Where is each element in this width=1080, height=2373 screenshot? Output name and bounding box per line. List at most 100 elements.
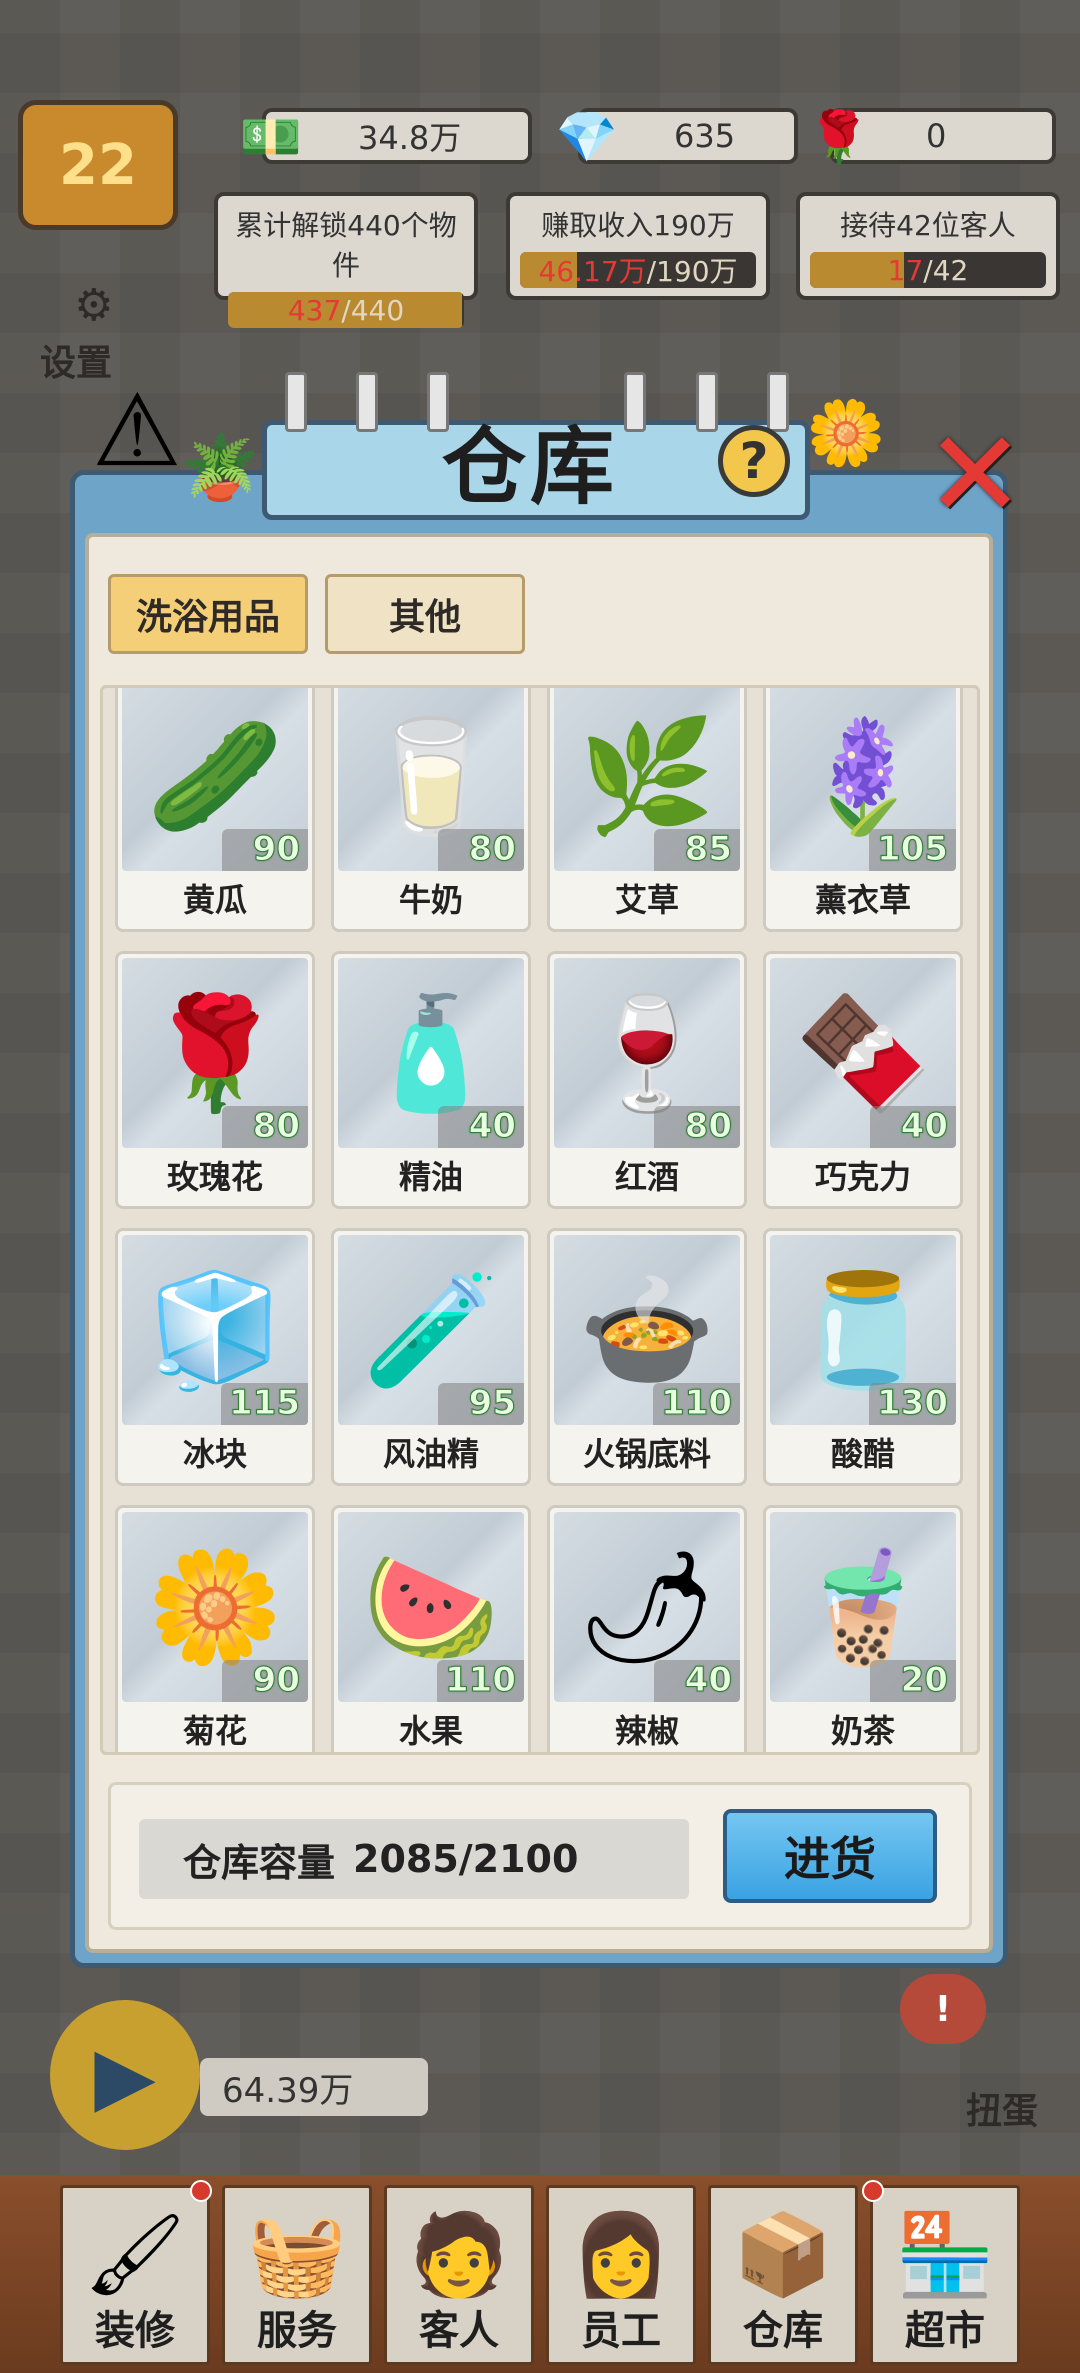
goal-label: 接待42位客人 xyxy=(840,209,1016,242)
help-button[interactable]: ? xyxy=(718,425,790,497)
item-name: 艾草 xyxy=(614,881,679,919)
notification-dot xyxy=(862,2180,884,2202)
item-card[interactable]: 🌶 40 辣椒 xyxy=(547,1505,747,1752)
goal-total: /440 xyxy=(341,293,405,327)
item-icon: 🥒 xyxy=(146,711,284,840)
goal-total: /190万 xyxy=(646,255,738,288)
item-card[interactable]: 🥛 80 牛奶 xyxy=(331,688,531,932)
goal-current: 437 xyxy=(287,293,342,327)
item-name: 黄瓜 xyxy=(182,881,247,919)
item-card[interactable]: 🪻 105 薰衣草 xyxy=(763,688,963,932)
gacha-button[interactable]: 扭蛋 xyxy=(966,2082,1038,2134)
nav-decorate[interactable]: 🖌 装修 xyxy=(60,2185,210,2365)
capacity-value: 2085/2100 xyxy=(353,1837,579,1881)
item-icon: 🧪 xyxy=(362,1265,500,1394)
item-card[interactable]: 🧴 40 精油 xyxy=(331,951,531,1209)
nav-staff[interactable]: 👩 员工 xyxy=(546,2185,696,2365)
item-quantity: 85 xyxy=(654,829,740,871)
nav-supermarket[interactable]: 🏪 超市 xyxy=(870,2185,1020,2365)
gacha-notification-badge: ! xyxy=(900,1974,986,2044)
nav-label: 仓库 xyxy=(743,2308,823,2354)
notification-dot xyxy=(190,2180,212,2202)
item-grid-scroll[interactable]: 🥒 90 黄瓜 🥛 80 牛奶 🌿 85 艾草 🪻 105 薰衣草 🌹 80 玫瑰花 🧴 40 精油 🍷 80 红酒 🍫 4… xyxy=(100,685,980,1755)
restock-button[interactable]: 进货 xyxy=(723,1809,937,1903)
item-icon: 🌿 xyxy=(578,711,716,840)
item-name: 巧克力 xyxy=(814,1158,911,1196)
item-icon: 🥛 xyxy=(362,711,500,840)
item-quantity: 40 xyxy=(654,1660,740,1702)
item-icon: 🍷 xyxy=(578,988,716,1117)
item-icon: 🫙 xyxy=(794,1265,932,1394)
item-quantity: 110 xyxy=(653,1383,740,1425)
item-card[interactable]: 🫙 130 酸醋 xyxy=(763,1228,963,1486)
item-icon: 🍲 xyxy=(578,1265,716,1394)
close-button[interactable]: ✕ xyxy=(920,406,1030,545)
nav-label: 客人 xyxy=(419,2308,499,2354)
hanger-decoration xyxy=(767,372,789,432)
goal-serve-customers: 接待42位客人 17/42 xyxy=(796,192,1060,300)
item-name: 玫瑰花 xyxy=(166,1158,263,1196)
item-quantity: 40 xyxy=(870,1106,956,1148)
item-card[interactable]: 🌿 85 艾草 xyxy=(547,688,747,932)
nav-icon: 👩 xyxy=(571,2208,671,2301)
item-card[interactable]: 🌹 80 玫瑰花 xyxy=(115,951,315,1209)
nav-warehouse[interactable]: 📦 仓库 xyxy=(708,2185,858,2365)
item-card[interactable]: 🍷 80 红酒 xyxy=(547,951,747,1209)
tab-other[interactable]: 其他 xyxy=(325,574,525,654)
item-card[interactable]: 🍲 110 火锅底料 xyxy=(547,1228,747,1486)
goal-progress-bar: 437/440 xyxy=(228,292,464,328)
level-value: 22 xyxy=(59,132,137,198)
plant-icon: 🪴 xyxy=(180,431,260,505)
nav-label: 超市 xyxy=(905,2308,985,2354)
item-name: 精油 xyxy=(398,1158,463,1196)
hanger-decoration xyxy=(696,372,718,432)
item-card[interactable]: 🍉 110 水果 xyxy=(331,1505,531,1752)
rose-icon: 🌹 xyxy=(807,107,871,166)
goal-earn-income: 赚取收入190万 46.17万/190万 xyxy=(506,192,770,300)
gem-value: 635 xyxy=(674,117,736,155)
rose-value: 0 xyxy=(926,117,947,155)
item-quantity: 80 xyxy=(654,1106,740,1148)
item-name: 菊花 xyxy=(182,1712,247,1750)
nav-icon: 🏪 xyxy=(895,2208,995,2301)
gem-icon: 💎 xyxy=(555,107,619,166)
nav-customers[interactable]: 🧑 客人 xyxy=(384,2185,534,2365)
item-card[interactable]: 🌼 90 菊花 xyxy=(115,1505,315,1752)
nav-label: 装修 xyxy=(95,2308,175,2354)
item-card[interactable]: 🧋 20 奶茶 xyxy=(763,1505,963,1752)
item-quantity: 115 xyxy=(221,1383,308,1425)
tab-bath-supplies[interactable]: 洗浴用品 xyxy=(108,574,308,654)
item-icon: 🪻 xyxy=(794,711,932,840)
flower-pot-icon: 🌼 xyxy=(806,397,886,471)
goal-label: 累计解锁440个物件 xyxy=(235,209,457,282)
capacity-display: 仓库容量 2085/2100 xyxy=(139,1819,689,1899)
video-reward-button[interactable]: ▶ xyxy=(50,2000,200,2150)
nav-icon: 📦 xyxy=(733,2208,833,2301)
item-icon: 🧋 xyxy=(794,1542,932,1671)
level-badge[interactable]: 22 xyxy=(18,100,178,230)
item-card[interactable]: 🍫 40 巧克力 xyxy=(763,951,963,1209)
goal-current: 46.17万 xyxy=(538,255,647,288)
item-grid: 🥒 90 黄瓜 🥛 80 牛奶 🌿 85 艾草 🪻 105 薰衣草 🌹 80 玫瑰花 🧴 40 精油 🍷 80 红酒 🍫 4… xyxy=(115,688,963,1752)
item-card[interactable]: 🧊 115 冰块 xyxy=(115,1228,315,1486)
item-quantity: 95 xyxy=(438,1383,524,1425)
gear-icon[interactable]: ⚙ xyxy=(74,280,113,331)
item-quantity: 130 xyxy=(869,1383,956,1425)
rose-counter: 🌹 0 xyxy=(808,108,1056,166)
item-card[interactable]: 🧪 95 风油精 xyxy=(331,1228,531,1486)
item-quantity: 40 xyxy=(438,1106,524,1148)
wet-floor-sign-icon: ⚠ xyxy=(92,372,182,489)
item-card[interactable]: 🥒 90 黄瓜 xyxy=(115,688,315,932)
item-name: 红酒 xyxy=(614,1158,679,1196)
item-name: 风油精 xyxy=(382,1435,479,1473)
item-name: 牛奶 xyxy=(398,881,463,919)
nav-service[interactable]: 🧺 服务 xyxy=(222,2185,372,2365)
close-icon: ✕ xyxy=(924,405,1026,545)
item-icon: 🌹 xyxy=(146,988,284,1117)
item-name: 奶茶 xyxy=(830,1712,895,1750)
item-quantity: 80 xyxy=(438,829,524,871)
goal-total: /42 xyxy=(923,253,969,287)
nav-label: 服务 xyxy=(257,2308,337,2354)
cash-icon: 💵 xyxy=(239,107,303,166)
item-quantity: 20 xyxy=(870,1660,956,1702)
